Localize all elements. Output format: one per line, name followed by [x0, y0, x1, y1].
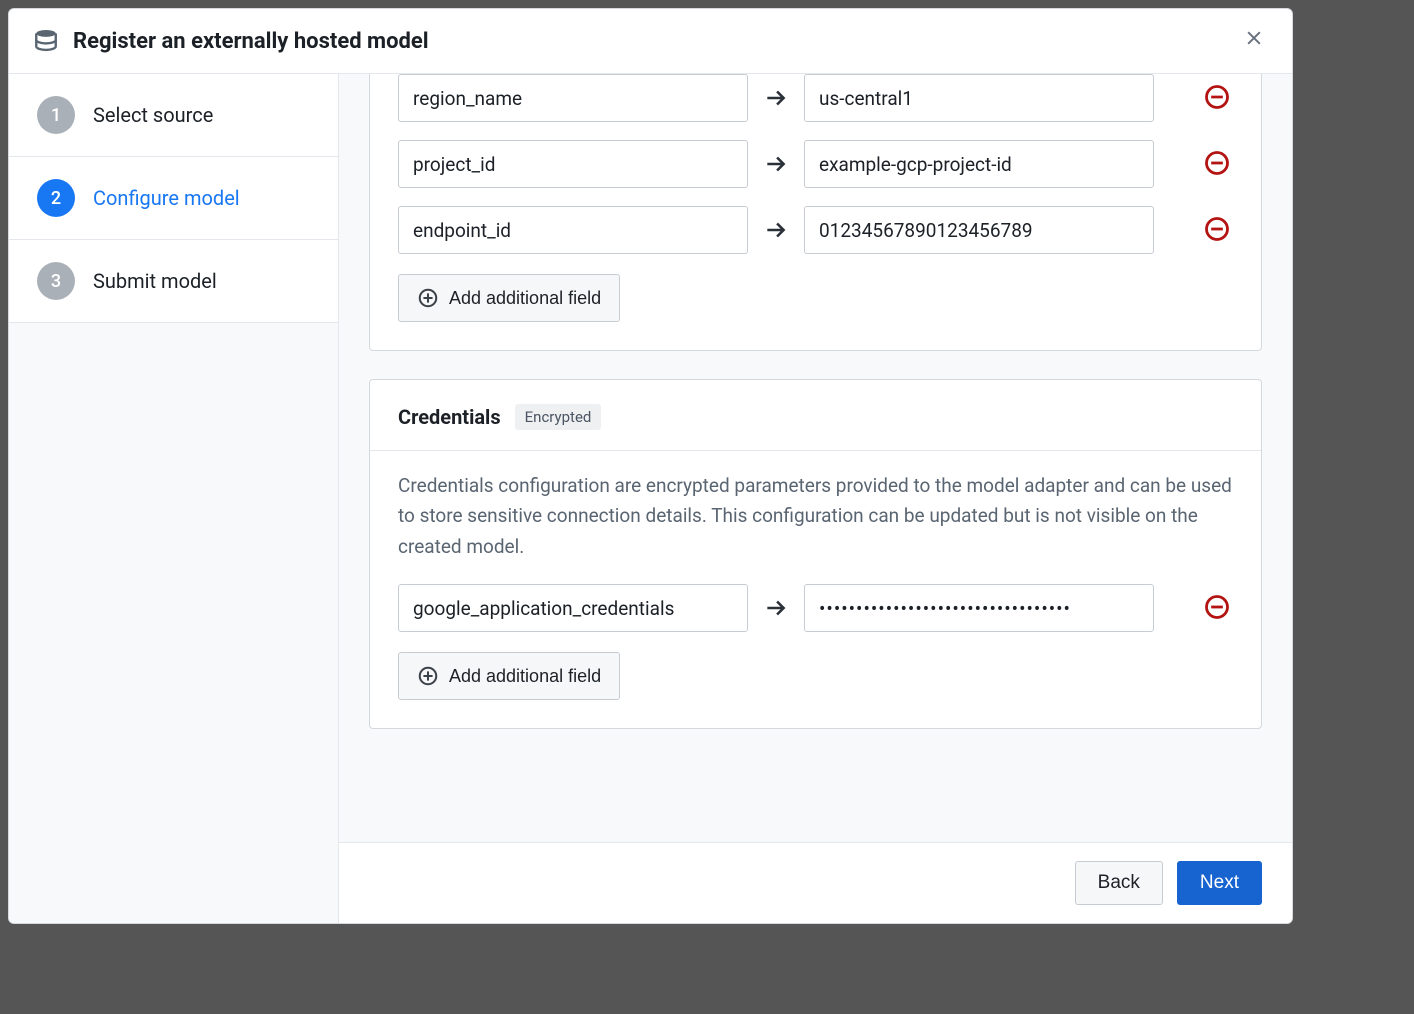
add-field-button[interactable]: Add additional field — [398, 274, 620, 322]
remove-icon — [1203, 149, 1231, 180]
step-label: Submit model — [93, 269, 217, 293]
step-configure-model[interactable]: 2 Configure model — [9, 157, 338, 240]
remove-icon — [1203, 83, 1231, 114]
remove-field-button[interactable] — [1201, 214, 1233, 246]
field-value-input[interactable] — [804, 206, 1154, 254]
remove-credential-button[interactable] — [1201, 592, 1233, 624]
step-number: 3 — [37, 262, 75, 300]
config-field-row — [398, 206, 1233, 254]
step-number: 1 — [37, 96, 75, 134]
next-button[interactable]: Next — [1177, 861, 1262, 905]
arrow-right-icon — [762, 150, 790, 178]
field-value-input[interactable] — [804, 140, 1154, 188]
arrow-right-icon — [762, 84, 790, 112]
step-number: 2 — [37, 179, 75, 217]
field-value-input[interactable] — [804, 74, 1154, 122]
content-scroll[interactable]: Add additional field Credentials Encrypt… — [339, 74, 1292, 842]
database-icon — [33, 28, 59, 54]
arrow-right-icon — [762, 594, 790, 622]
stepper: 1 Select source 2 Configure model 3 Subm… — [9, 74, 339, 923]
credential-key-input[interactable] — [398, 584, 748, 632]
remove-icon — [1203, 215, 1231, 246]
credentials-description: Credentials configuration are encrypted … — [370, 451, 1261, 562]
plus-circle-icon — [417, 665, 439, 687]
credentials-panel: Credentials Encrypted Credentials config… — [369, 379, 1262, 729]
remove-field-button[interactable] — [1201, 82, 1233, 114]
close-icon — [1244, 28, 1264, 54]
step-submit-model[interactable]: 3 Submit model — [9, 240, 338, 323]
dialog-header: Register an externally hosted model — [9, 9, 1292, 74]
add-field-label: Add additional field — [449, 288, 601, 309]
remove-icon — [1203, 593, 1231, 624]
remove-field-button[interactable] — [1201, 148, 1233, 180]
config-field-row — [398, 74, 1233, 122]
config-field-row — [398, 140, 1233, 188]
add-credential-button[interactable]: Add additional field — [398, 652, 620, 700]
arrow-right-icon — [762, 216, 790, 244]
dialog-footer: Back Next — [339, 842, 1292, 923]
step-label: Select source — [93, 103, 213, 127]
dialog-body: 1 Select source 2 Configure model 3 Subm… — [9, 74, 1292, 923]
step-label: Configure model — [93, 186, 240, 210]
credential-field-row — [398, 584, 1233, 632]
credentials-title: Credentials — [398, 405, 501, 429]
dialog-title: Register an externally hosted model — [73, 29, 1226, 54]
close-button[interactable] — [1240, 27, 1268, 55]
config-panel: Add additional field — [369, 74, 1262, 351]
step-select-source[interactable]: 1 Select source — [9, 74, 338, 157]
register-model-dialog: Register an externally hosted model 1 Se… — [8, 8, 1293, 924]
content-area: Add additional field Credentials Encrypt… — [339, 74, 1292, 923]
plus-circle-icon — [417, 287, 439, 309]
credential-value-input[interactable] — [804, 584, 1154, 632]
credentials-header: Credentials Encrypted — [370, 380, 1261, 451]
encrypted-badge: Encrypted — [515, 404, 602, 430]
field-key-input[interactable] — [398, 74, 748, 122]
field-key-input[interactable] — [398, 206, 748, 254]
field-key-input[interactable] — [398, 140, 748, 188]
add-field-label: Add additional field — [449, 666, 601, 687]
back-button[interactable]: Back — [1075, 861, 1163, 905]
